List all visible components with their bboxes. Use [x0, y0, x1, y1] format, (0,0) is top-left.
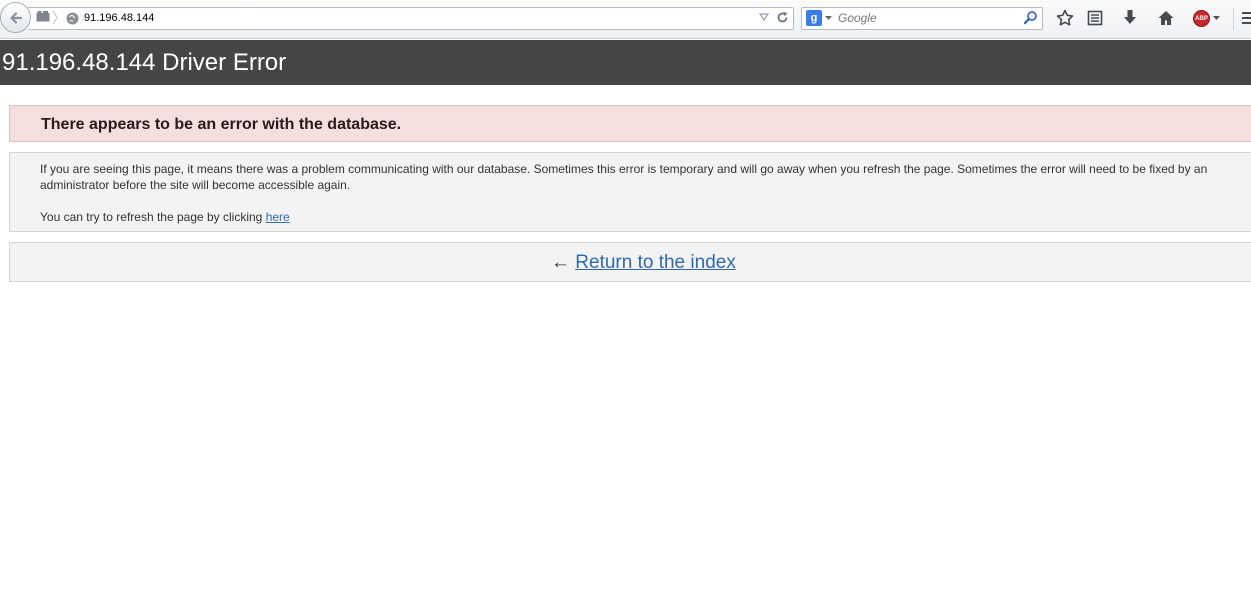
error-panel: There appears to be an error with the da… — [9, 105, 1251, 142]
refresh-line: You can try to refresh the page by click… — [40, 209, 290, 225]
refresh-link[interactable]: here — [266, 210, 290, 224]
adblock-plus-icon[interactable]: ABP — [1193, 10, 1210, 27]
download-icon[interactable] — [1122, 9, 1138, 27]
history-icon[interactable] — [36, 11, 50, 22]
back-arrow-icon — [9, 11, 22, 24]
google-engine-icon[interactable]: g — [806, 10, 822, 26]
return-arrow-icon: ← — [551, 252, 570, 273]
url-dropdown-icon[interactable] — [759, 13, 769, 21]
return-to-index-link[interactable]: Return to the index — [575, 252, 736, 273]
return-panel: ← Return to the index — [9, 242, 1251, 282]
bookmarks-list-icon[interactable] — [1087, 9, 1103, 27]
adblock-dropdown-icon[interactable] — [1213, 16, 1220, 20]
search-go-icon[interactable] — [1023, 10, 1038, 25]
refresh-prefix-text: You can try to refresh the page by click… — [40, 210, 266, 224]
bookmark-star-icon[interactable] — [1056, 9, 1074, 27]
toolbar-divider — [1233, 8, 1234, 30]
menu-icon[interactable] — [1242, 11, 1251, 25]
globe-icon[interactable] — [66, 12, 79, 25]
back-button[interactable] — [0, 2, 31, 33]
return-line: ← Return to the index — [551, 252, 736, 274]
search-input-placeholder[interactable]: Google — [838, 11, 877, 26]
url-text[interactable]: 91.196.48.144 — [84, 11, 154, 25]
page-title: 91.196.48.144 Driver Error — [2, 49, 287, 76]
info-text: If you are seeing this page, it means th… — [40, 162, 1208, 192]
reload-icon[interactable] — [776, 11, 789, 24]
info-panel: If you are seeing this page, it means th… — [9, 152, 1251, 232]
home-icon[interactable] — [1157, 9, 1175, 27]
url-separator-icon: 〉 — [52, 10, 66, 26]
engine-dropdown-icon[interactable] — [825, 16, 832, 20]
page-header: 91.196.48.144 Driver Error — [0, 40, 1251, 85]
error-heading: There appears to be an error with the da… — [41, 116, 402, 133]
browser-toolbar: 〉 91.196.48.144 g Google ABP — [0, 0, 1251, 39]
